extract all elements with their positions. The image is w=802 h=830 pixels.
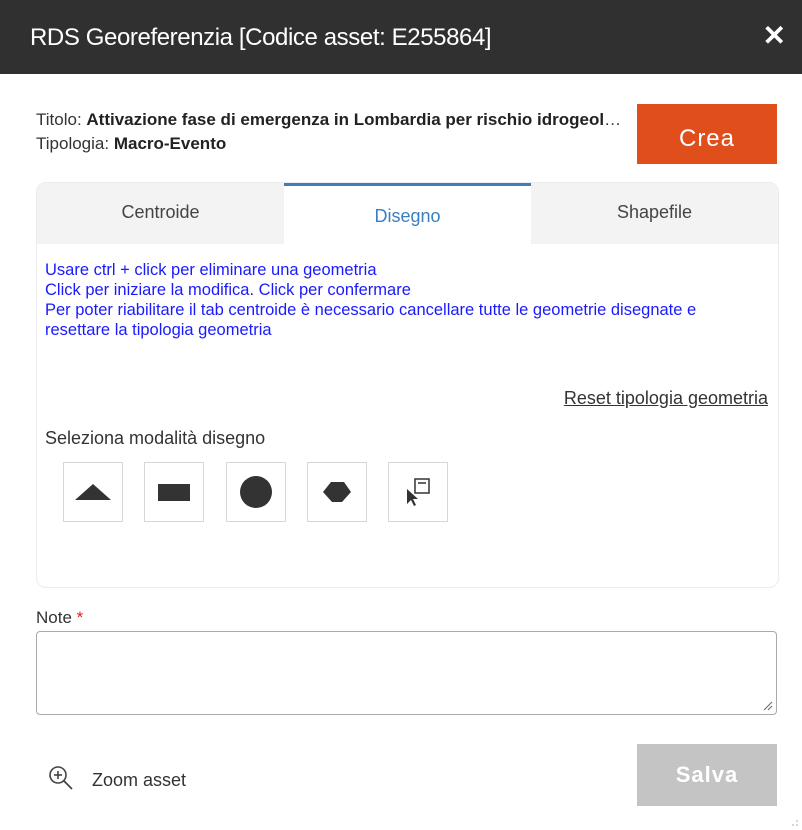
draw-circle-button[interactable] bbox=[226, 462, 286, 522]
rectangle-icon bbox=[158, 484, 190, 501]
draw-polygon-button[interactable] bbox=[307, 462, 367, 522]
polygon-icon bbox=[323, 482, 351, 502]
resize-grip-icon[interactable] bbox=[763, 701, 773, 711]
tipologia-label: Tipologia: bbox=[36, 134, 110, 153]
note-label-text: Note bbox=[36, 608, 72, 627]
instruction-line: Per poter riabilitare il tab centroide è… bbox=[45, 301, 697, 339]
tipologia-row: Tipologia: Macro-Evento bbox=[36, 132, 626, 156]
select-edit-button[interactable] bbox=[388, 462, 448, 522]
note-label: Note * bbox=[36, 608, 83, 628]
triangle-icon bbox=[75, 484, 111, 500]
reset-geometry-link[interactable]: Reset tipologia geometria bbox=[564, 388, 768, 409]
instruction-line: Usare ctrl + click per eliminare una geo… bbox=[45, 261, 377, 279]
draw-mode-label: Seleziona modalità disegno bbox=[45, 428, 266, 448]
zoom-in-icon bbox=[49, 765, 73, 790]
circle-icon bbox=[240, 476, 272, 508]
window-resize-grip-icon[interactable] bbox=[790, 818, 800, 828]
salva-button[interactable]: Salva bbox=[637, 744, 777, 806]
instructions-text: Usare ctrl + click per eliminare una geo… bbox=[45, 260, 745, 340]
dialog-titlebar: RDS Georeferenzia [Codice asset: E255864… bbox=[0, 0, 802, 74]
instruction-line: Click per iniziare la modifica. Click pe… bbox=[45, 281, 411, 299]
draw-triangle-button[interactable] bbox=[63, 462, 123, 522]
zoom-asset-label: Zoom asset bbox=[92, 770, 187, 790]
select-edit-icon bbox=[407, 478, 430, 506]
zoom-asset-link[interactable]: Zoom asset bbox=[48, 764, 186, 791]
titolo-label: Titolo: bbox=[36, 110, 82, 129]
tab-shapefile[interactable]: Shapefile bbox=[531, 183, 778, 244]
geometry-panel: Centroide Disegno Shapefile Usare ctrl +… bbox=[36, 182, 779, 588]
crea-button[interactable]: Crea bbox=[637, 104, 777, 164]
draw-rectangle-button[interactable] bbox=[144, 462, 204, 522]
tab-bar: Centroide Disegno Shapefile bbox=[37, 183, 778, 244]
required-marker: * bbox=[76, 608, 84, 627]
tab-disegno[interactable]: Disegno bbox=[284, 183, 531, 244]
dialog-title: RDS Georeferenzia [Codice asset: E255864… bbox=[30, 24, 492, 51]
titolo-value: Attivazione fase di emergenza in Lombard… bbox=[86, 110, 626, 129]
tipologia-value: Macro-Evento bbox=[113, 134, 227, 153]
titolo-row: Titolo: Attivazione fase di emergenza in… bbox=[36, 108, 626, 132]
close-icon[interactable]: ✕ bbox=[763, 22, 786, 50]
tab-centroide[interactable]: Centroide bbox=[37, 183, 284, 244]
asset-info: Titolo: Attivazione fase di emergenza in… bbox=[36, 108, 636, 156]
note-textarea[interactable] bbox=[36, 631, 777, 715]
